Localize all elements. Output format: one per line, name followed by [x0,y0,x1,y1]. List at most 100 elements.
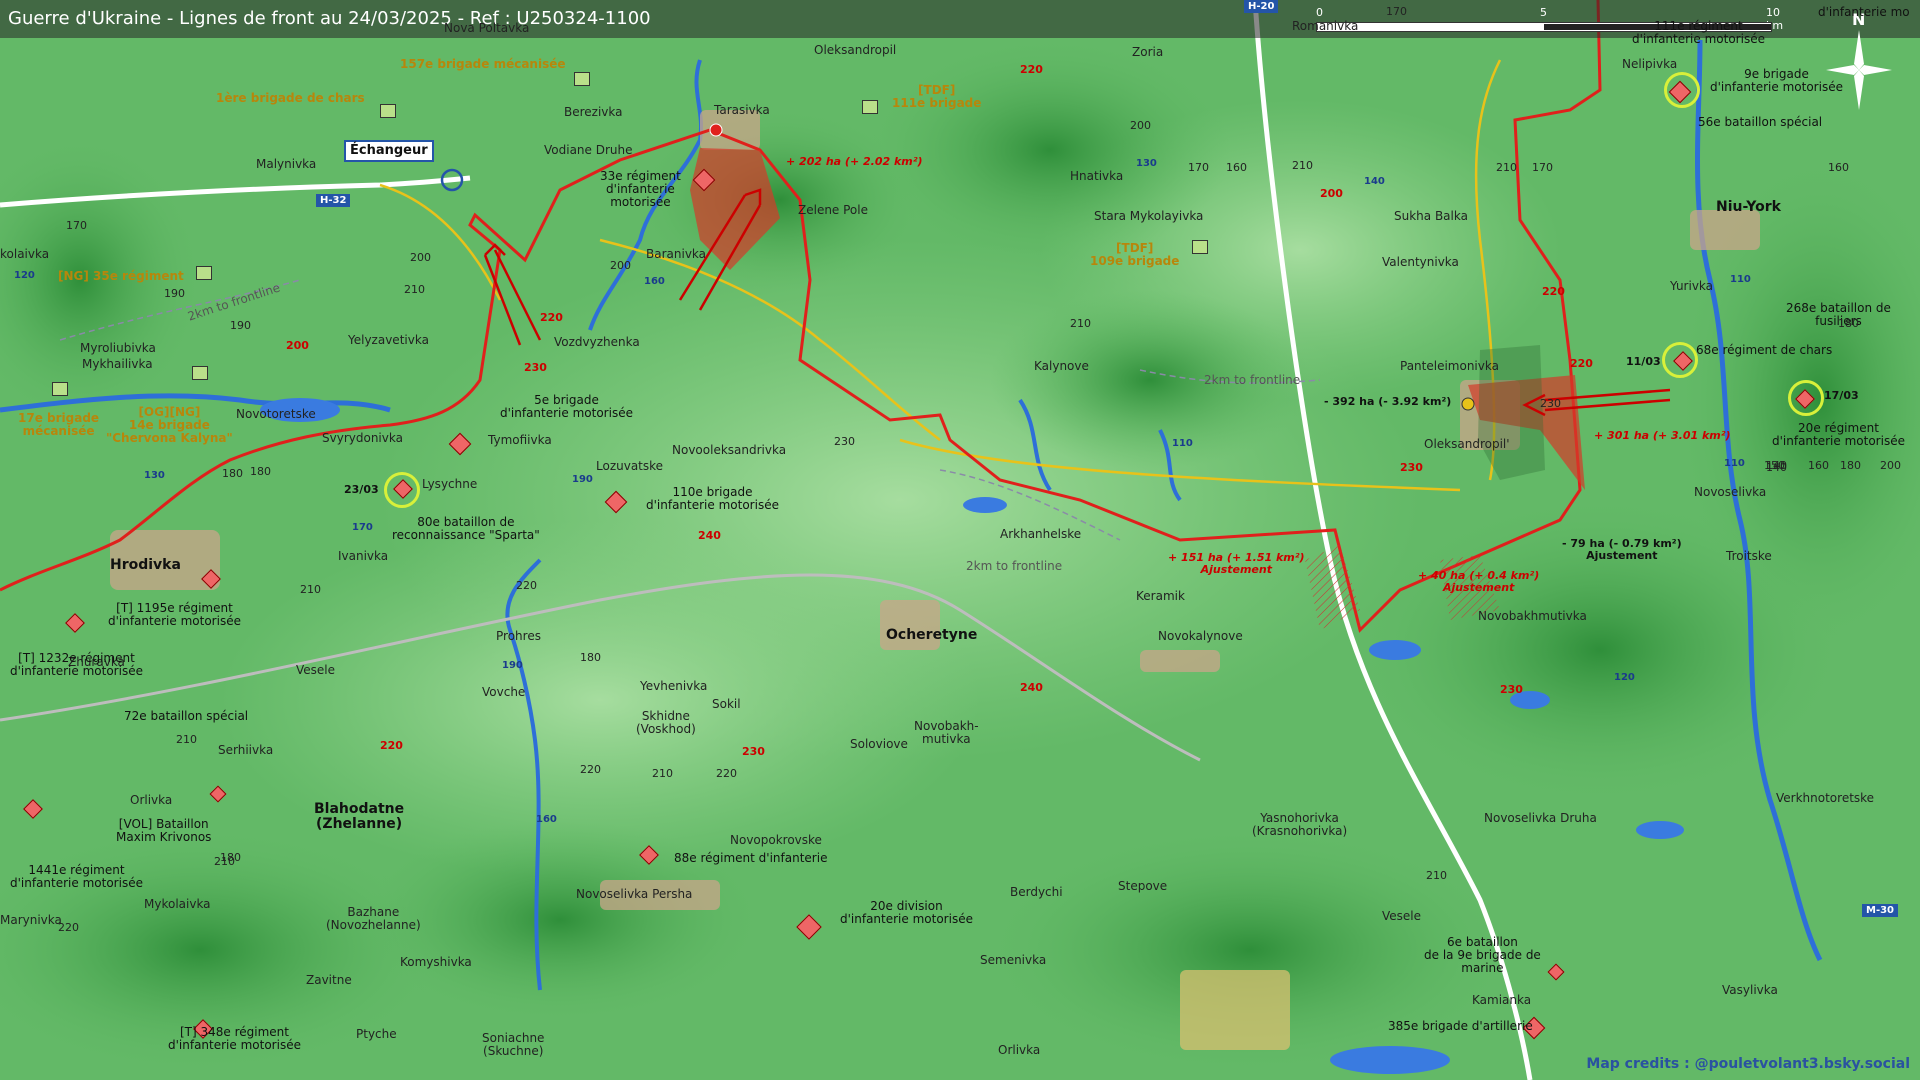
unit-marker-ua14[interactable] [192,366,208,380]
elev-red-7: 240 [1020,681,1043,694]
town-keramik: Keramik [1136,589,1185,603]
elev-red-11: 230 [1500,683,1523,696]
unit-marker-ua109[interactable] [1192,240,1208,254]
town-novobakh: Novobakhmutivka [1478,609,1587,623]
unit-label-110e: 110e brigade d'infanterie motorisée [646,485,779,513]
town-ptyche: Ptyche [356,1027,397,1041]
unit-label-20e-reg: 20e régiment d'infanterie motorisée [1772,421,1905,449]
town-mykolaivka: Mykolaivka [144,897,211,911]
town-soloviove: Soloviove [850,737,908,751]
scale-label-mid: 5 [1540,6,1547,19]
road-label-m30: M-30 [1862,904,1899,917]
unit-marker-ua35[interactable] [196,266,212,280]
elev-17: 180 [1840,459,1861,472]
elev-32: 160 [1828,161,1849,174]
lake-2 [1369,640,1421,660]
elev-1: 170 [66,219,87,232]
town-sukha: Sukha Balka [1394,209,1468,223]
unit-label-ua157: 157e brigade mécanisée [400,57,566,71]
elev-3: 200 [410,251,431,264]
elev-27: 210 [1292,159,1313,172]
frontline-label-2: 2km to frontline [1204,373,1301,387]
unit-marker-ua111[interactable] [862,100,878,114]
unit-label-33e: 33e régiment d'infanterie motorisée [600,169,681,210]
unit-label-vol: [VOL] Bataillon Maxim Krivonos [116,817,212,845]
town-marynivka: Marynivka [0,913,62,927]
town-skhidne: Skhidne (Voskhod) [636,709,696,737]
town-tymofiivka: Tymofiivka [488,433,552,447]
town-novoselivka: Novoselivka [1694,485,1767,499]
elev-blue-8: 130 [144,470,165,481]
elev-4: 210 [404,283,425,296]
elev-red-6: 240 [698,529,721,542]
elev-19: 220 [516,579,537,592]
elev-31: 140 [1766,461,1787,474]
elev-14: 230 [834,435,855,448]
highlight-ring-1703 [1788,380,1824,416]
lake-1 [963,497,1007,513]
unit-marker-ua17[interactable] [52,382,68,396]
town-vovche: Vovche [482,685,526,699]
unit-label-111e: 111e régiment d'infanterie motorisée [1632,19,1765,47]
unit-label-6e: 6e bataillon de la 9e brigade de marine [1424,935,1541,976]
elev-blue-3: 160 [644,276,665,287]
elev-blue-10: 160 [536,814,557,825]
town-novos-druha: Novoselivka Druha [1484,811,1597,825]
frontline-label-3: 2km to frontline [966,559,1063,573]
town-blahodatne: Blahodatne (Zhelanne) [314,801,405,833]
unit-label-ua17: 17e brigade mécanisée [18,411,100,439]
elev-12: 230 [1540,397,1561,410]
elev-5: 190 [230,319,251,332]
town-arkhanh: Arkhanhelske [1000,527,1082,541]
elev-blue-9: 190 [502,660,523,671]
unit-marker-ua1ere[interactable] [380,104,396,118]
unit-label-9e: 9e brigade d'infanterie motorisée [1710,67,1843,95]
elev-8: 160 [1226,161,1247,174]
elev-0: 170 [1386,5,1407,18]
gain-label-301: + 301 ha (+ 3.01 km²) [1594,429,1731,442]
elev-28: 180 [222,467,243,480]
capture-point-oleksandropil [1461,397,1475,411]
unit-label-88e: 88e régiment d'infanterie [674,851,828,865]
town-ocheretyne: Ocheretyne [886,627,978,643]
elev-33: 180 [220,851,241,864]
road-label-h32: H-32 [316,194,351,207]
town-oleksandropil-n: Oleksandropil [814,43,897,57]
unit-label-348e: [T] 348e régiment d'infanterie motorisée [168,1025,301,1053]
elev-10: 200 [1880,459,1901,472]
map-title: Guerre d'Ukraine - Lignes de front au 24… [8,8,651,29]
town-bazhane: Bazhane (Novozhelanne) [326,905,421,933]
town-zoria: Zoria [1132,45,1164,59]
scale-label-zero: 0 [1316,6,1323,19]
town-zavitne: Zavitne [306,973,352,987]
town-yasnohor: Yasnohorivka (Krasnohorivka) [1252,811,1348,839]
unit-label-ua109: [TDF] 109e brigade [1090,241,1180,269]
town-orlivka-s: Orlivka [998,1043,1041,1057]
town-svyrydonivka: Svyrydonivka [322,431,403,445]
elev-26: 200 [1130,119,1151,132]
town-yevhenivka: Yevhenivka [640,679,708,693]
town-kolaivka: kolaivka [0,247,50,261]
town-soniachne: Soniachne (Skuchne) [482,1031,545,1059]
town-novokalynove: Novokalynove [1158,629,1243,643]
town-hnativka: Hnativka [1070,169,1124,183]
town-vasylivka: Vasylivka [1722,983,1778,997]
elev-blue-11: 120 [1614,672,1635,683]
town-vodiane: Vodiane Druhe [544,143,633,157]
elev-13: 210 [1496,161,1517,174]
elev-blue-2: 120 [14,270,35,281]
unit-marker-ua157[interactable] [574,72,590,86]
elev-36: 180 [1838,317,1859,330]
town-stara-myk: Stara Mykolayivka [1094,209,1204,223]
town-komyshivka: Komyshivka [400,955,472,969]
town-yurivka: Yurivka [1670,279,1714,293]
elev-24: 220 [58,921,79,934]
unit-label-20e-div: 20e division d'infanterie motorisée [840,899,973,927]
unit-label-ne: d'infanterie mo [1818,5,1910,19]
settle-novokal [1140,650,1220,672]
map-credits[interactable]: Map credits : @pouletvolant3.bsky.social [1586,1056,1910,1072]
hill-1 [870,40,1230,260]
unit-label-ua111: [TDF] 111e brigade [892,83,982,111]
unit-label-80e: 80e bataillon de reconnaissance "Sparta" [392,515,540,543]
elev-30: 210 [1426,869,1447,882]
